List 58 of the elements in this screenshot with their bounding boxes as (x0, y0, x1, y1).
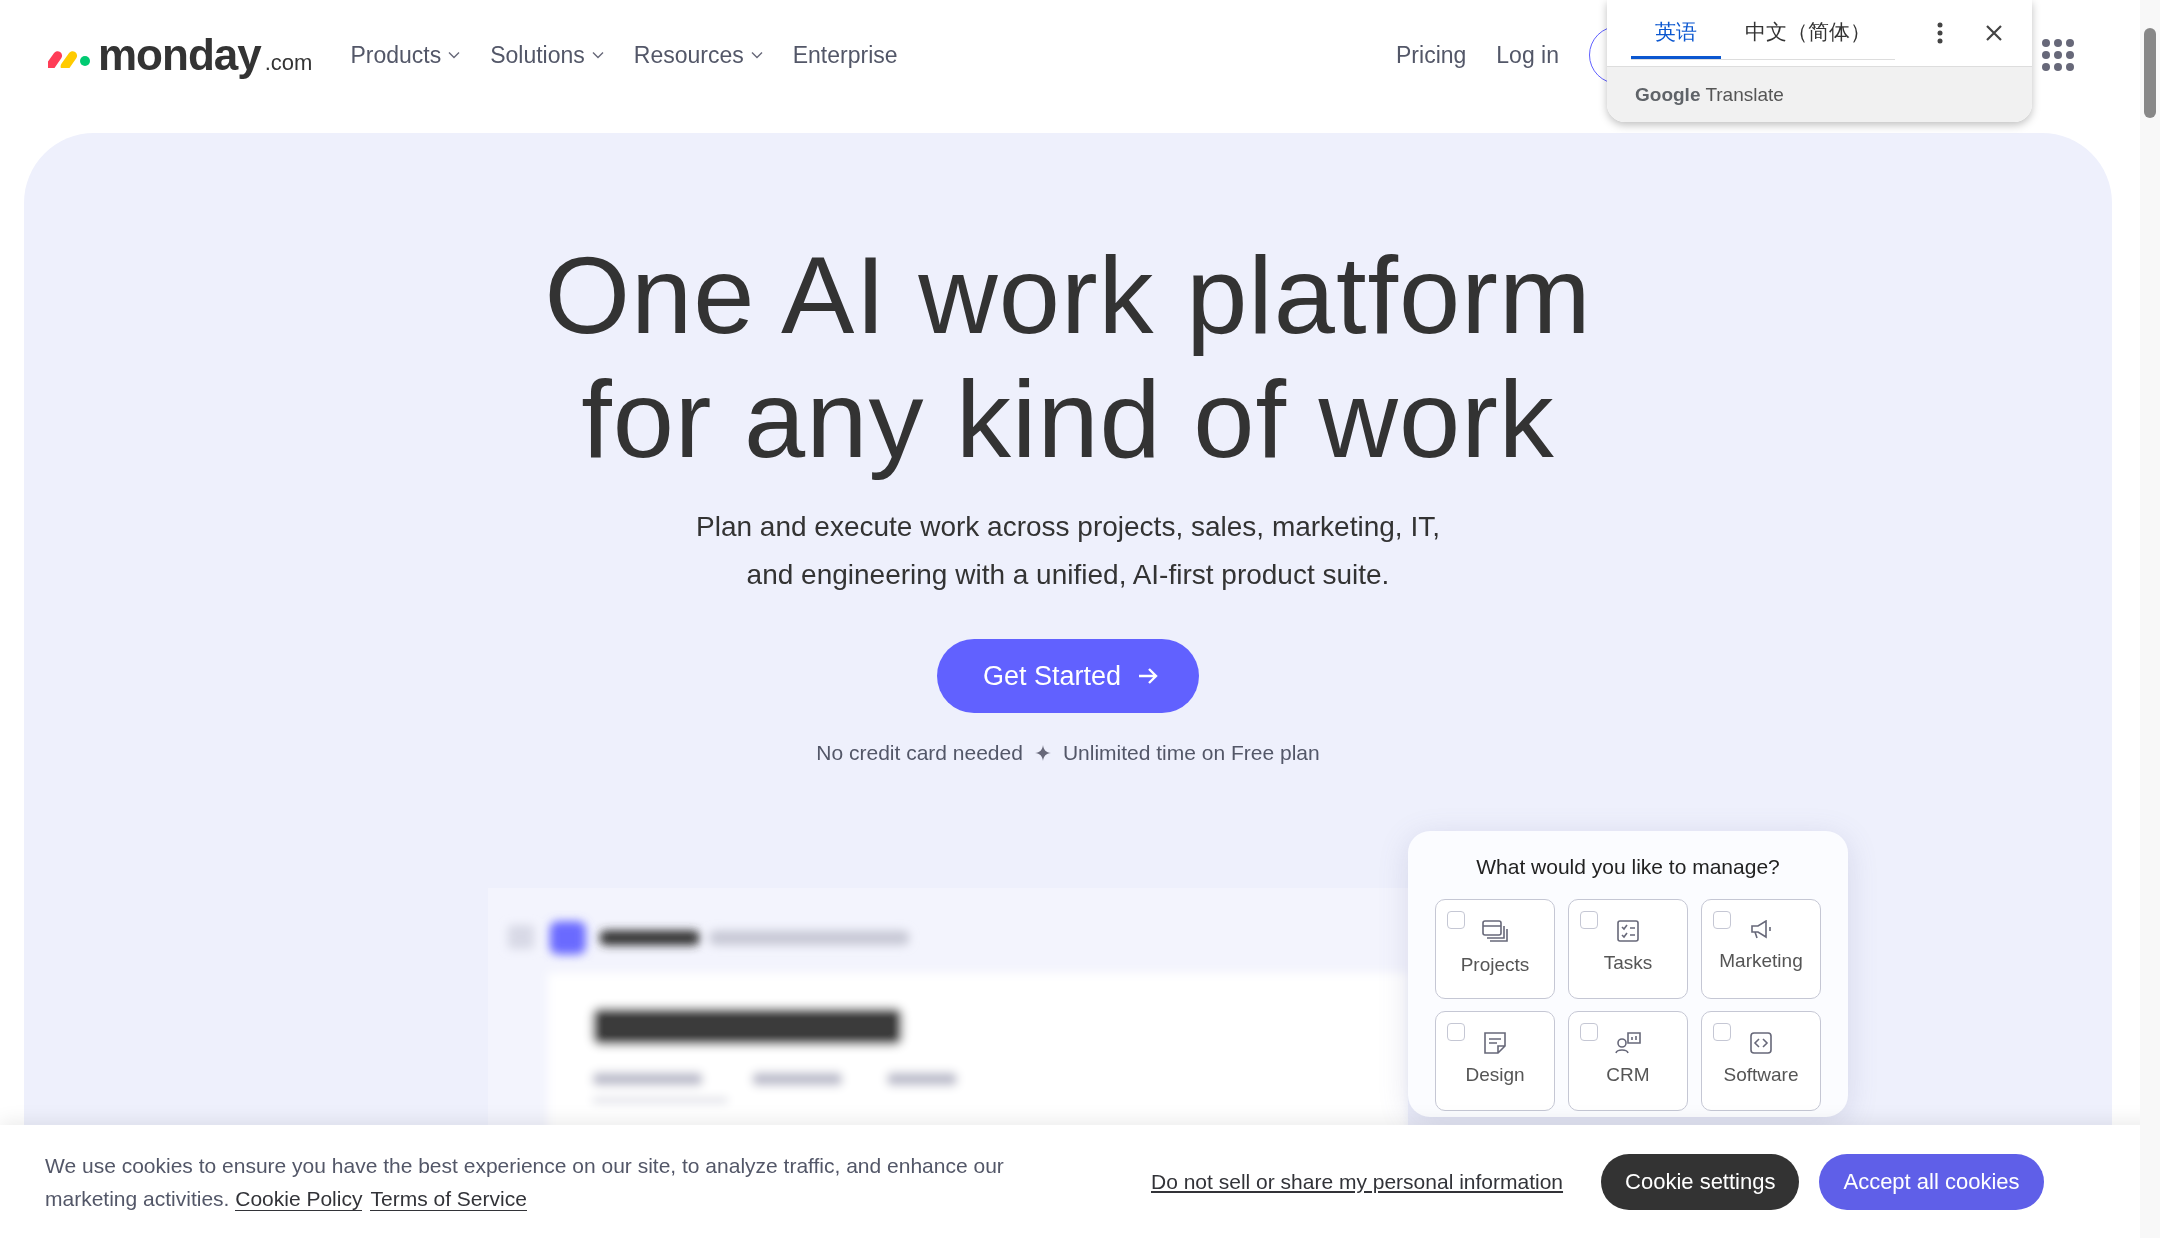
cookie-button[interactable]: Cookie settings (1601, 1153, 1800, 1210)
checkbox[interactable] (1447, 911, 1465, 929)
close-icon[interactable] (1985, 24, 2003, 42)
hero-subtitle: and engineering with a unified, AI-first product suite. (746, 558, 1390, 592)
option-tile[interactable]: CRM (1568, 1011, 1688, 1111)
scrollbar[interactable] (2140, 0, 2160, 1238)
language-tab[interactable]: 中文（简体） (1721, 6, 1895, 59)
nav-menu-item[interactable]: Products (350, 41, 461, 69)
apps-grid-icon[interactable] (2041, 38, 2075, 72)
hero-note: No credit card needed (816, 741, 1023, 765)
caret-icon (448, 51, 461, 59)
stacked-windows-icon (1482, 920, 1508, 944)
logo-wordmark[interactable]: monday (98, 30, 261, 80)
arrow-icon (1137, 666, 1160, 686)
option-tile[interactable]: Marketing (1701, 899, 1821, 999)
policy-link[interactable]: Terms of Service (370, 1186, 527, 1211)
option-tile[interactable]: Design (1435, 1011, 1555, 1111)
option-label: Tasks (1603, 952, 1653, 974)
option-label: CRM (1606, 1064, 1650, 1086)
checkbox[interactable] (1447, 1023, 1465, 1041)
hero-title: for any kind of work (581, 357, 1555, 481)
logo-suffix: .com (264, 50, 313, 76)
nav-link[interactable]: Pricing (1396, 41, 1467, 69)
checkbox[interactable] (1713, 911, 1731, 929)
option-tile[interactable]: Software (1701, 1011, 1821, 1111)
nav-link[interactable]: Log in (1496, 41, 1559, 69)
option-label: Projects (1460, 954, 1530, 976)
nav-menu-item[interactable]: Enterprise (792, 41, 898, 69)
note-icon (1484, 1032, 1506, 1054)
checkbox[interactable] (1713, 1023, 1731, 1041)
cookie-text: We use cookies to ensure you have the best experience on our site, to analyze traffic, and enhance our marketing activities. Cookie Policy Terms of Service (45, 1152, 1005, 1213)
cookie-button[interactable]: Accept all cookies (1819, 1153, 2044, 1210)
checkbox[interactable] (1580, 911, 1598, 929)
privacy-link[interactable]: Do not sell or share my personal information (1151, 1169, 1564, 1194)
policy-link[interactable]: Cookie Policy (235, 1186, 363, 1211)
person-chart-icon (1615, 1032, 1641, 1054)
card-title: What would you like to manage? (1475, 855, 1781, 879)
nav-menu-item[interactable]: Solutions (490, 41, 604, 69)
get-started-button[interactable]: Get Started (936, 639, 1200, 713)
nav-menu-item[interactable]: Resources (633, 41, 763, 69)
language-tab[interactable]: 英语 (1631, 6, 1721, 59)
option-label: Design (1465, 1064, 1525, 1086)
checklist-icon (1617, 920, 1639, 942)
option-tile[interactable]: Tasks (1568, 899, 1688, 999)
more-icon[interactable] (1937, 22, 1943, 44)
hero-note: Unlimited time on Free plan (1062, 741, 1320, 765)
option-tile[interactable]: Projects (1435, 899, 1555, 999)
hero-subtitle: Plan and execute work across projects, sales, marketing, IT, (696, 510, 1440, 544)
sparkle-icon (1034, 745, 1051, 761)
code-icon (1750, 1032, 1772, 1054)
google-translate-brand: Google Translate (1635, 83, 1784, 106)
hero-title: One AI work platform (544, 233, 1592, 357)
checkbox[interactable] (1580, 1023, 1598, 1041)
caret-icon (750, 51, 763, 59)
caret-icon (591, 51, 604, 59)
option-label: Marketing (1719, 950, 1803, 972)
megaphone-icon (1749, 920, 1773, 940)
option-label: Software (1723, 1064, 1799, 1086)
